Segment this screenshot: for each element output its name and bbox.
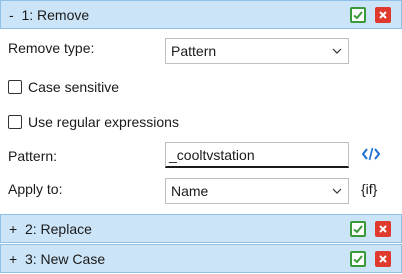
panel-title: + 3: New Case: [9, 250, 106, 267]
case-sensitive-row[interactable]: Case sensitive: [8, 79, 119, 95]
panel-title: - 1: Remove: [9, 6, 90, 23]
panel-title: + 2: Replace: [9, 220, 92, 237]
pattern-value: _cooltvstation: [169, 146, 255, 163]
code-icon: [361, 147, 381, 161]
remove-type-select[interactable]: Pattern: [165, 38, 349, 64]
check-icon: [353, 10, 363, 19]
delete-button[interactable]: [375, 250, 391, 267]
panel-header-remove[interactable]: - 1: Remove: [0, 0, 402, 29]
apply-to-label: Apply to:: [8, 181, 63, 197]
panel-header-new-case[interactable]: + 3: New Case: [0, 244, 402, 273]
remove-type-label: Remove type:: [8, 40, 95, 56]
remove-type-value: Pattern: [171, 43, 217, 59]
regex-row[interactable]: Use regular expressions: [8, 114, 179, 130]
panel-header-replace[interactable]: + 2: Replace: [0, 214, 402, 243]
case-sensitive-checkbox[interactable]: [8, 80, 22, 94]
enable-button[interactable]: [350, 6, 366, 23]
check-icon: [353, 224, 363, 233]
close-icon: [379, 224, 387, 233]
pattern-row: Pattern:: [8, 148, 57, 164]
apply-to-select[interactable]: Name: [165, 178, 349, 204]
regex-label: Use regular expressions: [28, 114, 179, 130]
close-icon: [379, 10, 387, 19]
close-icon: [379, 254, 387, 263]
regex-checkbox[interactable]: [8, 115, 22, 129]
delete-button[interactable]: [375, 220, 391, 237]
chevron-down-icon: [326, 188, 348, 194]
remove-type-row: Remove type:: [8, 40, 94, 56]
pattern-label: Pattern:: [8, 148, 58, 164]
case-sensitive-label: Case sensitive: [28, 79, 120, 95]
if-condition-button[interactable]: {if}: [361, 181, 377, 197]
apply-to-row: Apply to:: [8, 181, 62, 197]
pattern-input[interactable]: _cooltvstation: [165, 142, 349, 168]
chevron-down-icon: [326, 48, 348, 54]
delete-button[interactable]: [375, 6, 391, 23]
enable-button[interactable]: [350, 250, 366, 267]
check-icon: [353, 254, 363, 263]
enable-button[interactable]: [350, 220, 366, 237]
apply-to-value: Name: [171, 183, 209, 199]
pattern-editor-button[interactable]: [361, 147, 381, 164]
